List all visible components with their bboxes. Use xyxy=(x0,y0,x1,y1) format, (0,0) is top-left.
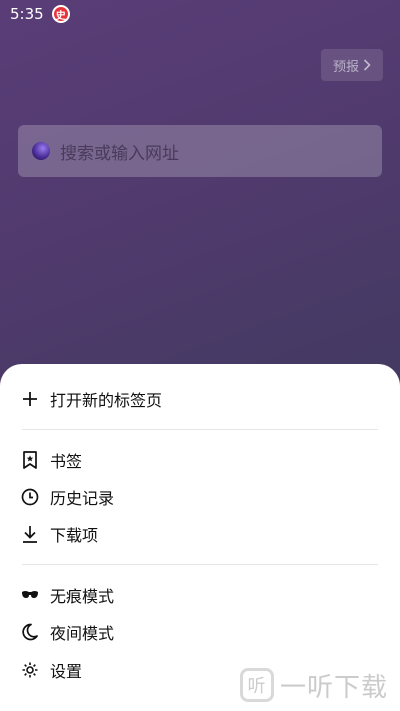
watermark-logo-icon: 听 xyxy=(240,668,274,702)
plus-icon xyxy=(20,389,40,409)
status-bar: 5:35 史 xyxy=(0,0,400,28)
gear-icon xyxy=(20,660,40,680)
status-time: 5:35 xyxy=(10,5,44,23)
divider xyxy=(22,429,378,430)
download-icon xyxy=(20,524,40,544)
divider xyxy=(22,564,378,565)
menu-label: 打开新的标签页 xyxy=(50,391,163,410)
moon-icon xyxy=(20,622,40,642)
watermark: 听 一听下载 xyxy=(240,665,400,705)
menu-sheet: 打开新的标签页 书签 历史记录 下载项 无痕模式 夜间模式 设置 xyxy=(0,364,400,711)
search-input[interactable]: 搜索或输入网址 xyxy=(18,125,382,177)
menu-label: 夜间模式 xyxy=(50,624,115,643)
menu-item-incognito[interactable]: 无痕模式 xyxy=(20,580,380,610)
notification-badge-icon: 史 xyxy=(51,5,70,23)
menu-label: 设置 xyxy=(50,662,83,681)
menu-item-new-tab[interactable]: 打开新的标签页 xyxy=(20,384,380,414)
incognito-mask-icon xyxy=(20,585,40,605)
menu-label: 无痕模式 xyxy=(50,587,115,606)
menu-item-bookmarks[interactable]: 书签 xyxy=(20,445,380,475)
forecast-button[interactable]: 预报 xyxy=(321,49,383,81)
menu-label: 书签 xyxy=(50,452,83,471)
menu-item-night-mode[interactable]: 夜间模式 xyxy=(20,617,380,647)
chevron-right-icon xyxy=(363,59,371,71)
menu-item-history[interactable]: 历史记录 xyxy=(20,482,380,512)
menu-label: 历史记录 xyxy=(50,489,115,508)
planet-icon xyxy=(32,142,50,160)
search-placeholder: 搜索或输入网址 xyxy=(60,143,179,164)
menu-item-downloads[interactable]: 下载项 xyxy=(20,519,380,549)
forecast-label: 预报 xyxy=(332,59,359,75)
menu-label: 下载项 xyxy=(50,526,99,545)
watermark-text: 一听下载 xyxy=(280,672,389,703)
clock-icon xyxy=(20,487,40,507)
bookmark-icon xyxy=(20,450,40,470)
